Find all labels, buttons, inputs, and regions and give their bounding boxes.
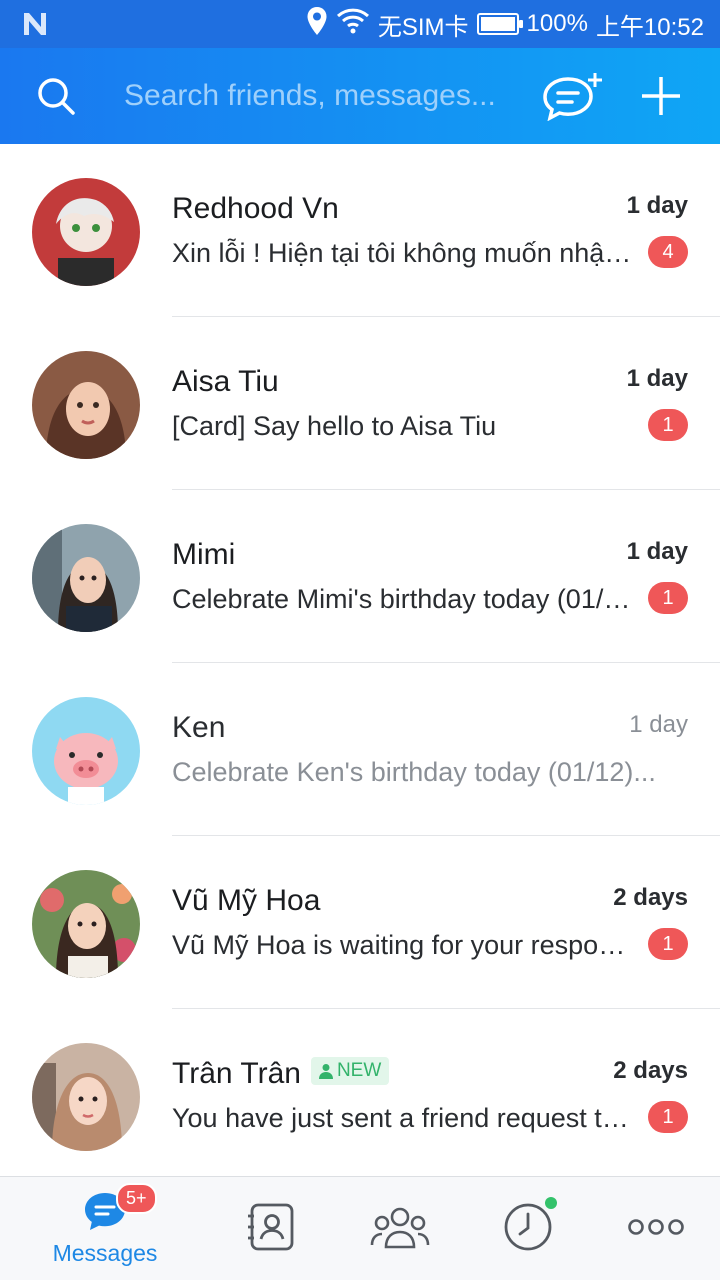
tab-messages[interactable]: Messages 5+	[40, 1177, 170, 1280]
message-time: 2 days	[613, 884, 688, 911]
new-friend-tag: NEW	[310, 1057, 390, 1085]
contact-name: Ken	[172, 711, 226, 744]
avatar[interactable]	[32, 697, 140, 805]
conversation-row[interactable]: Redhood Vn 1 day Xin lỗi ! Hiện tại tôi …	[0, 144, 720, 317]
new-chat-icon[interactable]	[540, 63, 606, 129]
contact-name: Aisa Tiu	[172, 365, 279, 398]
message-time: 1 day	[626, 538, 688, 565]
message-time: 1 day	[629, 711, 688, 738]
unread-badge: 1	[648, 928, 688, 960]
unread-badge: 1	[648, 409, 688, 441]
contact-name: Vũ Mỹ Hoa	[172, 884, 321, 917]
unread-badge: 4	[648, 236, 688, 268]
message-time: 1 day	[626, 365, 688, 392]
conversation-row[interactable]: Ken 1 day Celebrate Ken's birthday today…	[0, 663, 720, 836]
more-icon	[627, 1218, 685, 1241]
contacts-icon	[247, 1202, 297, 1257]
message-preview: [Card] Say hello to Aisa Tiu	[172, 411, 497, 441]
conversation-list: Redhood Vn 1 day Xin lỗi ! Hiện tại tôi …	[0, 144, 720, 1182]
search-icon[interactable]	[36, 76, 76, 116]
new-tag-label: NEW	[336, 1060, 382, 1081]
battery-percent: 100%	[526, 10, 588, 37]
avatar[interactable]	[32, 351, 140, 459]
location-icon	[306, 6, 328, 43]
contact-name-text: Trân Trân	[172, 1057, 301, 1090]
group-icon	[370, 1205, 430, 1254]
conversation-row[interactable]: Trân Trân NEW 2 days You have just sent a…	[0, 1009, 720, 1182]
avatar[interactable]	[32, 524, 140, 632]
message-preview: Vũ Mỹ Hoa is waiting for your response	[172, 930, 632, 960]
clock: 上午10:52	[595, 13, 704, 41]
bottom-nav: Messages 5+	[0, 1176, 720, 1280]
avatar[interactable]	[32, 1043, 140, 1151]
clock-icon	[503, 1202, 553, 1257]
message-time: 1 day	[626, 192, 688, 219]
add-icon[interactable]	[632, 63, 690, 129]
unread-badge: 1	[648, 582, 688, 614]
tab-more[interactable]	[624, 1177, 688, 1280]
contact-name: Mimi	[172, 538, 236, 571]
conversation-row[interactable]: Vũ Mỹ Hoa 2 days Vũ Mỹ Hoa is waiting fo…	[0, 836, 720, 1009]
carrier-text: 无SIM卡	[377, 13, 469, 41]
person-icon	[318, 1064, 333, 1079]
online-dot	[545, 1197, 557, 1209]
contact-name: Trân Trân NEW	[172, 1057, 390, 1091]
contact-name: Redhood Vn	[172, 192, 339, 225]
battery-icon	[476, 13, 523, 35]
message-time: 2 days	[613, 1057, 688, 1084]
tab-timeline[interactable]	[500, 1177, 557, 1280]
unread-badge: 1	[648, 1101, 688, 1133]
message-preview: Celebrate Ken's birthday today (01/12)..…	[172, 757, 656, 787]
app-header	[0, 48, 720, 144]
message-preview: Celebrate Mimi's birthday today (01/12)	[172, 584, 632, 614]
tab-groups[interactable]	[366, 1177, 434, 1280]
message-preview: Xin lỗi ! Hiện tại tôi không muốn nhận t…	[172, 238, 632, 268]
conversation-row[interactable]: Aisa Tiu 1 day [Card] Say hello to Aisa …	[0, 317, 720, 490]
messages-badge: 5+	[116, 1183, 157, 1214]
avatar[interactable]	[32, 870, 140, 978]
search-input[interactable]	[124, 79, 510, 113]
wifi-icon	[336, 7, 370, 42]
status-bar: 无SIM卡 100% 上午10:52	[0, 0, 720, 48]
message-preview: You have just sent a friend request to T…	[172, 1103, 632, 1133]
conversation-row[interactable]: Mimi 1 day Celebrate Mimi's birthday tod…	[0, 490, 720, 663]
avatar[interactable]	[32, 178, 140, 286]
n-logo-icon	[20, 9, 50, 39]
tab-messages-label: Messages	[52, 1240, 158, 1266]
tab-contacts[interactable]	[236, 1177, 308, 1280]
